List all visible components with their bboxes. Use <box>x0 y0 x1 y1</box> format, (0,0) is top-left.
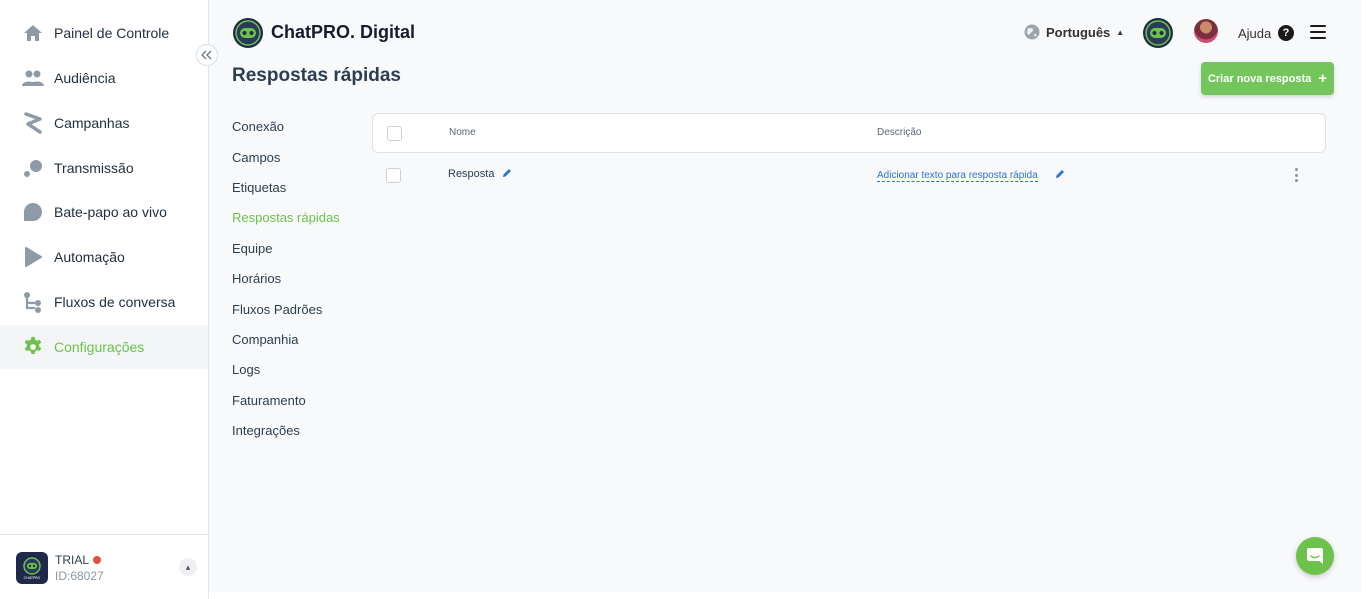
row-options-kebab-icon[interactable] <box>1294 168 1298 182</box>
brand-name: ChatPRO. Digital <box>271 22 416 42</box>
caret-up-icon: ▲ <box>1116 27 1125 37</box>
settings-item-campos[interactable]: Campos <box>232 150 280 165</box>
settings-item-logs[interactable]: Logs <box>232 362 260 377</box>
page-title: Respostas rápidas <box>232 65 401 86</box>
bot-icon[interactable] <box>1142 17 1174 49</box>
sidebar-item-audiencia[interactable]: Audiência <box>0 56 208 100</box>
response-description-link[interactable]: Adicionar texto para resposta rápida <box>877 170 1038 182</box>
row-checkbox[interactable] <box>386 168 401 183</box>
chevron-up-down-icon[interactable]: ▴︎ <box>179 558 197 576</box>
settings-item-fluxos-padroes[interactable]: Fluxos Padrões <box>232 302 322 317</box>
account-plan: TRIAL <box>55 553 90 567</box>
column-header-description: Descrição <box>877 127 922 138</box>
chat-bubble-icon <box>1307 548 1323 564</box>
language-label: Português <box>1046 24 1111 40</box>
globe-icon <box>1024 24 1040 40</box>
sidebar-item-configuracoes[interactable]: Configurações <box>0 325 208 369</box>
flow-icon <box>22 291 44 313</box>
sidebar-item-label: Automação <box>54 249 125 265</box>
sidebar-item-label: Audiência <box>54 70 116 86</box>
account-logo-text: CHATPRO <box>24 576 41 580</box>
sidebar: Painel de Controle Audiência Campanhas T… <box>0 0 209 599</box>
sidebar-item-label: Bate-papo ao vivo <box>54 204 167 220</box>
sidebar-item-transmissao[interactable]: Transmissão <box>0 146 208 190</box>
gear-icon <box>22 336 44 358</box>
user-avatar[interactable] <box>1194 19 1218 43</box>
status-dot <box>93 556 101 564</box>
sidebar-item-painel[interactable]: Painel de Controle <box>0 11 208 55</box>
settings-item-integracoes[interactable]: Integrações <box>232 423 300 438</box>
settings-item-respostas-rapidas[interactable]: Respostas rápidas <box>232 210 340 225</box>
help-icon[interactable]: ? <box>1278 25 1294 41</box>
automation-icon <box>22 246 44 268</box>
create-response-label: Criar nova resposta <box>1207 72 1312 85</box>
broadcast-icon <box>22 157 44 179</box>
sidebar-item-bate-papo[interactable]: Bate-papo ao vivo <box>0 190 208 234</box>
sidebar-item-automacao[interactable]: Automação <box>0 235 208 279</box>
settings-item-etiquetas[interactable]: Etiquetas <box>232 180 286 195</box>
create-response-button[interactable]: Criar nova resposta + <box>1201 62 1334 95</box>
settings-item-horarios[interactable]: Horários <box>232 271 281 286</box>
bottom-edge <box>209 592 1366 599</box>
select-all-checkbox[interactable] <box>387 126 402 141</box>
sidebar-item-label: Campanhas <box>54 115 130 131</box>
table-header: Nome Descrição <box>372 113 1326 153</box>
edit-name-pencil-icon[interactable] <box>502 168 512 181</box>
help-link[interactable]: Ajuda <box>1238 26 1271 41</box>
double-chevron-left-icon <box>201 50 212 60</box>
language-selector[interactable]: Português ▲ <box>1024 24 1124 40</box>
settings-item-equipe[interactable]: Equipe <box>232 241 272 256</box>
sidebar-item-label: Configurações <box>54 339 145 355</box>
chat-icon <box>22 201 44 223</box>
plus-icon: + <box>1318 70 1328 87</box>
sidebar-item-fluxos[interactable]: Fluxos de conversa <box>0 280 208 324</box>
account-switcher[interactable]: CHATPRO TRIAL ID:68027 ▴︎ <box>0 534 208 599</box>
sidebar-item-label: Painel de Controle <box>54 25 170 41</box>
brand-logo <box>233 18 263 48</box>
sidebar-item-campanhas[interactable]: Campanhas <box>0 101 208 145</box>
settings-item-faturamento[interactable]: Faturamento <box>232 393 306 408</box>
settings-item-conexao[interactable]: Conexão <box>232 119 284 134</box>
settings-item-companhia[interactable]: Companhia <box>232 332 299 347</box>
edit-description-pencil-icon[interactable] <box>1055 169 1065 182</box>
campaign-icon <box>22 112 44 134</box>
support-chat-button[interactable] <box>1296 537 1334 575</box>
column-header-name: Nome <box>449 127 476 138</box>
scrollbar-track <box>1361 0 1366 599</box>
response-name: Resposta <box>448 168 495 180</box>
account-logo: CHATPRO <box>16 552 48 584</box>
collapse-sidebar-button[interactable] <box>196 44 218 66</box>
sidebar-item-label: Transmissão <box>54 160 134 176</box>
sidebar-item-label: Fluxos de conversa <box>54 294 176 310</box>
home-icon <box>22 22 44 44</box>
hamburger-menu-icon[interactable] <box>1310 25 1326 39</box>
users-icon <box>22 67 44 89</box>
account-id: ID:68027 <box>55 569 104 583</box>
